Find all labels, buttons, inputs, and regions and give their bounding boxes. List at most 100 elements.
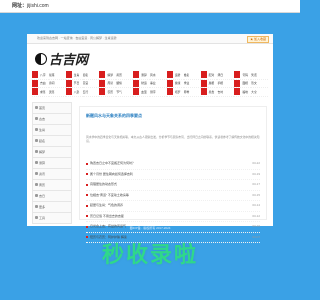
list-item[interactable]: 购置吉日之中不宜搬迁何为何时？ 03-22 [86, 159, 260, 170]
nav-item[interactable]: 号码 [234, 71, 252, 80]
nav-item[interactable]: 姻缘 [116, 80, 134, 89]
nav-item[interactable]: 黄历 [116, 71, 134, 80]
nav-item-label: 解梦 [107, 72, 114, 77]
nav-item-label: 号码 [242, 72, 248, 77]
list-item[interactable]: 位相吉“黄道” 不宜动土收房等 03-15 [86, 191, 260, 201]
nav-item[interactable]: 农历 [99, 88, 117, 97]
list-item-date: 03-15 [252, 192, 260, 197]
nav-item-label: 农历 [107, 89, 114, 94]
nav-item-label: 学业 [183, 81, 190, 86]
nav-item-label: 吉凶 [40, 81, 46, 86]
nav-item[interactable]: 节日 [65, 79, 83, 89]
nav-item-label: 面相 [242, 81, 248, 86]
nav-item[interactable]: 解梦 [99, 71, 117, 80]
nav-item-label: 黄历 [116, 72, 122, 77]
sidebar-item[interactable]: 吉日 [32, 191, 72, 202]
list-item[interactable]: 属个月份 居住朝向如何选择吉利 03-19 [86, 170, 260, 180]
nav-item[interactable]: 节气 [116, 88, 134, 97]
nav-tag-icon [166, 79, 173, 87]
nav-item[interactable]: 健康 [166, 79, 184, 89]
article-description: 风水学中的四季变化与天象相关联，本文从古人观察出发，分析季节与居家布局、出行择日… [86, 135, 260, 143]
nav-item[interactable]: 笑话 [251, 71, 269, 80]
nav-item-label: 八卦 [73, 89, 80, 94]
nav-tag-icon [32, 79, 38, 87]
nav-item[interactable]: 八字 [32, 71, 49, 80]
nav-item[interactable]: 大全 [251, 88, 269, 97]
nav-item[interactable]: 吉时 [217, 88, 235, 97]
nav-item-label: 起名 [82, 72, 89, 77]
list-item[interactable]: 真理居住的动态形式 03-17 [86, 180, 260, 191]
nav-item[interactable]: 测算 [133, 71, 151, 80]
sidebar-item[interactable]: 更多 [32, 202, 72, 213]
nav-item-label: 星盘 [208, 89, 215, 94]
nav-item[interactable]: 血型 [133, 88, 151, 97]
sidebar-item[interactable]: 测算 [32, 158, 72, 169]
sidebar-bullet-icon [35, 172, 38, 175]
topbar-text: 欢迎来到古吉网 · 一站查询 · 吉凶宜忌 · 周公解梦 · 生肖运势 [37, 36, 117, 40]
nav-item[interactable]: 灵签 [48, 88, 66, 97]
bullet-icon [86, 194, 88, 197]
nav-item[interactable]: 五行 [82, 88, 100, 97]
nav-item[interactable]: 财运 [133, 79, 151, 89]
nav-item[interactable]: 起名 [82, 71, 100, 80]
nav-item-label: 测算 [141, 72, 147, 77]
sidebar-item[interactable]: 黄历 [32, 180, 72, 191]
nav-item[interactable]: 签文 [251, 80, 269, 89]
address-url[interactable]: jijishi.com [27, 3, 49, 9]
nav-item[interactable]: 星盘 [200, 88, 218, 97]
sidebar-item[interactable]: 工具 [32, 213, 72, 224]
bullet-icon [86, 183, 88, 186]
sidebar-item[interactable]: 资讯 [32, 169, 72, 180]
sidebar-item[interactable]: 解梦 [32, 147, 72, 158]
sidebar-bullet-icon [35, 161, 38, 164]
sidebar-item[interactable]: 起名 [32, 136, 72, 147]
nav-item[interactable]: 学业 [183, 80, 201, 89]
nav-item[interactable]: 宜忌 [82, 80, 100, 89]
nav-item-label: 血型 [141, 89, 147, 94]
nav-item-label: 周易 [107, 81, 114, 86]
nav-item[interactable]: 配对 [200, 71, 218, 80]
sidebar-item[interactable]: 生肖 [32, 125, 72, 136]
nav-item[interactable]: 姓名 [183, 71, 201, 80]
nav-item-label: 姓名 [183, 72, 190, 77]
nav-tag-icon [133, 71, 140, 79]
nav-item[interactable]: 求签 [32, 88, 49, 97]
address-bar[interactable]: 网址：jijishi.com [0, 0, 300, 13]
sidebar-bullet-icon [35, 139, 38, 142]
nav-item[interactable]: 测字 [150, 88, 167, 97]
nav-item[interactable]: 称骨 [183, 88, 201, 97]
nav-item[interactable]: 事业 [150, 80, 167, 89]
nav-tag-icon [65, 79, 72, 87]
nav-item[interactable]: 福地 [234, 88, 252, 97]
nav-item-label: 事业 [150, 81, 156, 86]
sidebar: 首页 古吉 生肖 起名解梦测算 资讯 黄历 吉日 更多 工具 [32, 102, 72, 224]
list-item[interactable]: 历日记载 不用出去的吉星 03-12 [86, 212, 260, 222]
nav-tag-icon [32, 71, 38, 79]
nav-tag-icon [200, 71, 207, 79]
site-logo[interactable]: 古吉网 [49, 49, 88, 68]
list-item[interactable]: 起居与生肖：气色的调养 03-14 [86, 201, 260, 212]
nav-item[interactable]: 吉凶 [32, 79, 49, 89]
nav-item[interactable]: 择日 [217, 71, 235, 80]
nav-item[interactable]: 生肖 [65, 71, 83, 80]
nav-item[interactable]: 星座 [48, 71, 66, 80]
list-item-title: 历日记载 不用出去的吉星 [90, 213, 124, 218]
article-title[interactable]: 新题风水与天象关系的四季要点 [86, 113, 266, 119]
sidebar-bullet-icon [35, 216, 38, 219]
nav-item[interactable]: 周易 [99, 79, 117, 89]
nav-item[interactable]: 风水 [150, 71, 167, 80]
nav-item[interactable]: 手相 [217, 80, 235, 89]
sidebar-item-label: 解梦 [39, 150, 46, 154]
favorite-button[interactable]: ★ 加入收藏 [247, 36, 269, 43]
nav-item[interactable]: 塔罗 [166, 88, 184, 97]
sidebar-item[interactable]: 首页 [32, 102, 72, 114]
nav-item[interactable]: 面相 [234, 79, 252, 89]
nav-tag-icon [234, 79, 241, 87]
nav-tag-icon [234, 71, 241, 79]
nav-item[interactable]: 运势 [166, 71, 184, 80]
nav-item[interactable]: 诗词 [48, 80, 66, 89]
nav-item[interactable]: 属相 [200, 79, 218, 89]
sidebar-item[interactable]: 古吉 [32, 114, 72, 125]
nav-item[interactable]: 八卦 [65, 88, 83, 97]
sidebar-bullet-icon [35, 106, 38, 109]
